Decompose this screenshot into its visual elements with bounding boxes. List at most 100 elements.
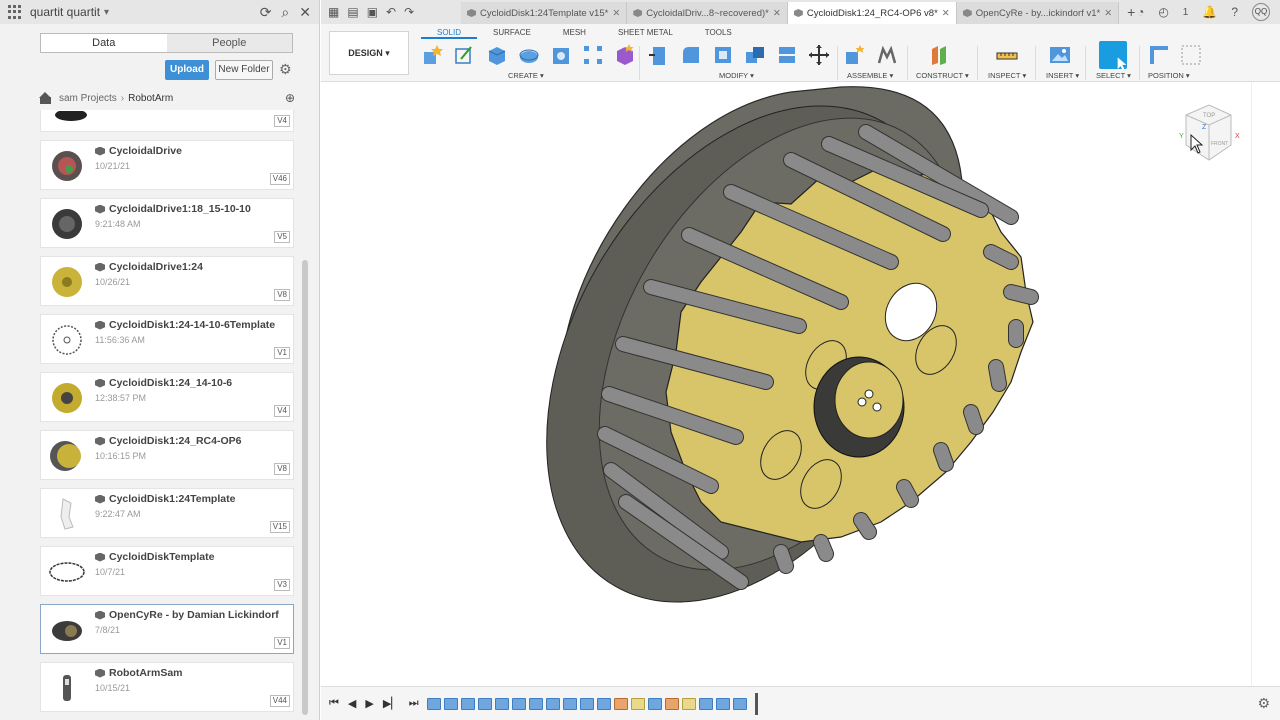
upload-button[interactable]: Upload xyxy=(165,60,209,80)
timeline-marker[interactable] xyxy=(755,693,758,715)
cube-face-front[interactable]: FRONT xyxy=(1211,141,1228,147)
assemble-menu[interactable]: ASSEMBLE ▾ xyxy=(847,71,893,80)
pin[interactable] xyxy=(853,512,877,540)
document-tab[interactable]: OpenCyRe - by...ickindorf v1* ✕ xyxy=(956,2,1120,24)
timeline-feature[interactable] xyxy=(529,698,543,710)
close-icon[interactable]: ✕ xyxy=(299,4,311,21)
create-sketch-icon[interactable] xyxy=(453,43,477,67)
document-tab-active[interactable]: CycloidDisk1:24_RC4-OP6 v8* ✕ xyxy=(787,2,957,24)
construct-menu[interactable]: CONSTRUCT ▾ xyxy=(916,71,969,80)
revert-position-icon[interactable] xyxy=(1179,43,1203,67)
timeline-feature[interactable] xyxy=(631,698,645,710)
model-canvas[interactable] xyxy=(321,82,1251,686)
timeline-feature[interactable] xyxy=(461,698,475,710)
list-item[interactable]: CycloidDisk1:24_RC4-OP6 10:16:15 PM V8 xyxy=(40,430,294,480)
play-icon[interactable]: ▶ xyxy=(365,697,373,710)
select-cursor-icon[interactable] xyxy=(1099,41,1127,69)
close-tab-icon[interactable]: ✕ xyxy=(1104,8,1112,19)
press-pull-icon[interactable] xyxy=(647,43,671,67)
version-badge[interactable]: V4 xyxy=(274,115,290,127)
tab-data[interactable]: Data xyxy=(41,34,167,52)
gear-icon[interactable]: ⚙ xyxy=(279,61,292,78)
tab-surface[interactable]: SURFACE xyxy=(477,27,547,39)
tab-people[interactable]: People xyxy=(166,34,292,52)
new-component-icon[interactable] xyxy=(421,43,445,67)
step-forward-icon[interactable]: ▶▏ xyxy=(383,697,400,710)
list-item[interactable]: RobotArmSam 10/15/21 V44 xyxy=(40,662,294,712)
pin[interactable] xyxy=(773,544,794,574)
breadcrumb-project[interactable]: sam Projects xyxy=(59,93,117,104)
undo-icon[interactable]: ↶ xyxy=(386,5,396,19)
pin[interactable] xyxy=(1003,284,1039,305)
version-badge[interactable]: V5 xyxy=(274,231,290,243)
timeline-settings-icon[interactable]: ⚙ xyxy=(1257,695,1270,712)
new-folder-button[interactable]: New Folder xyxy=(215,60,273,80)
globe-icon[interactable]: ⊕ xyxy=(285,91,295,105)
timeline-feature[interactable] xyxy=(512,698,526,710)
close-tab-icon[interactable]: ✕ xyxy=(612,8,620,19)
document-tab[interactable]: CycloidDisk1:24Template v15* ✕ xyxy=(461,2,628,24)
list-scrollbar[interactable] xyxy=(302,260,308,715)
search-icon[interactable]: ⌕ xyxy=(281,4,289,21)
version-badge[interactable]: V4 xyxy=(274,405,290,417)
version-badge[interactable]: V3 xyxy=(274,579,290,591)
offset-plane-icon[interactable] xyxy=(928,43,952,67)
insert-image-icon[interactable] xyxy=(1048,43,1072,67)
hole-icon[interactable] xyxy=(549,43,573,67)
home-icon[interactable] xyxy=(39,91,51,104)
chevron-down-icon[interactable]: ▾ xyxy=(104,7,109,18)
version-badge[interactable]: V15 xyxy=(269,521,290,533)
fillet-icon[interactable] xyxy=(679,43,703,67)
job-count[interactable]: 1 xyxy=(1183,7,1189,18)
pin[interactable] xyxy=(896,479,919,508)
list-item[interactable]: CycloidalDrive1:24 10/26/21 V8 xyxy=(40,256,294,306)
file-icon[interactable]: ▤ xyxy=(347,5,358,19)
view-cube[interactable]: TOP FRONT X Y Z xyxy=(1171,100,1241,170)
help-icon[interactable]: ? xyxy=(1231,5,1238,19)
version-badge[interactable]: V8 xyxy=(274,289,290,301)
timeline-feature[interactable] xyxy=(546,698,560,710)
timeline-feature[interactable] xyxy=(733,698,747,710)
inspect-menu[interactable]: INSPECT ▾ xyxy=(988,71,1026,80)
split-body-icon[interactable] xyxy=(775,43,799,67)
timeline-feature[interactable] xyxy=(682,698,696,710)
tab-tools[interactable]: TOOLS xyxy=(689,27,748,39)
cube-face-top[interactable]: TOP xyxy=(1203,113,1215,119)
capture-position-icon[interactable] xyxy=(1147,43,1171,67)
extensions-icon[interactable]: ◔ xyxy=(1137,5,1144,19)
list-item[interactable]: CycloidalDrive 10/21/21 V46 xyxy=(40,140,294,190)
timeline-feature[interactable] xyxy=(580,698,594,710)
timeline-feature[interactable] xyxy=(665,698,679,710)
list-item[interactable]: CycloidDiskTemplate 10/7/21 V3 xyxy=(40,546,294,596)
grid-icon[interactable]: ▦ xyxy=(328,5,339,19)
timeline-feature[interactable] xyxy=(478,698,492,710)
combine-icon[interactable] xyxy=(743,43,767,67)
timeline-feature[interactable] xyxy=(648,698,662,710)
pin[interactable] xyxy=(983,244,1019,270)
user-name[interactable]: quartit quartit xyxy=(30,5,100,19)
extrude-icon[interactable] xyxy=(485,43,509,67)
timeline-feature[interactable] xyxy=(427,698,441,710)
jobs-icon[interactable]: ◴ xyxy=(1158,5,1168,19)
redo-icon[interactable]: ↷ xyxy=(404,5,414,19)
list-item[interactable]: CycloidDisk1:24Template 9:22:47 AM V15 xyxy=(40,488,294,538)
tab-mesh[interactable]: MESH xyxy=(547,27,602,39)
step-back-icon[interactable]: ◀ xyxy=(348,697,356,710)
timeline-feature[interactable] xyxy=(614,698,628,710)
tab-sheet-metal[interactable]: SHEET METAL xyxy=(602,27,689,39)
shell-icon[interactable] xyxy=(711,43,735,67)
add-tab-icon[interactable]: + xyxy=(1127,4,1135,20)
list-item[interactable]: OpenCyRe - by Damian Lickindorf 7/8/21 V… xyxy=(40,604,294,654)
pin[interactable] xyxy=(963,404,984,435)
list-item[interactable]: CycloidalDrive1:18_15-10-10 9:21:48 AM V… xyxy=(40,198,294,248)
workspace-switcher[interactable]: DESIGN ▾ xyxy=(329,31,409,75)
pin[interactable] xyxy=(988,359,1007,392)
bell-icon[interactable]: 🔔 xyxy=(1202,5,1217,19)
canvas-viewport[interactable]: TOP FRONT X Y Z xyxy=(321,82,1251,686)
close-tab-icon[interactable]: ✕ xyxy=(773,8,781,19)
timeline-feature[interactable] xyxy=(444,698,458,710)
timeline-feature[interactable] xyxy=(716,698,730,710)
version-badge[interactable]: V8 xyxy=(274,463,290,475)
timeline-feature[interactable] xyxy=(699,698,713,710)
close-tab-icon[interactable]: ✕ xyxy=(942,8,950,19)
